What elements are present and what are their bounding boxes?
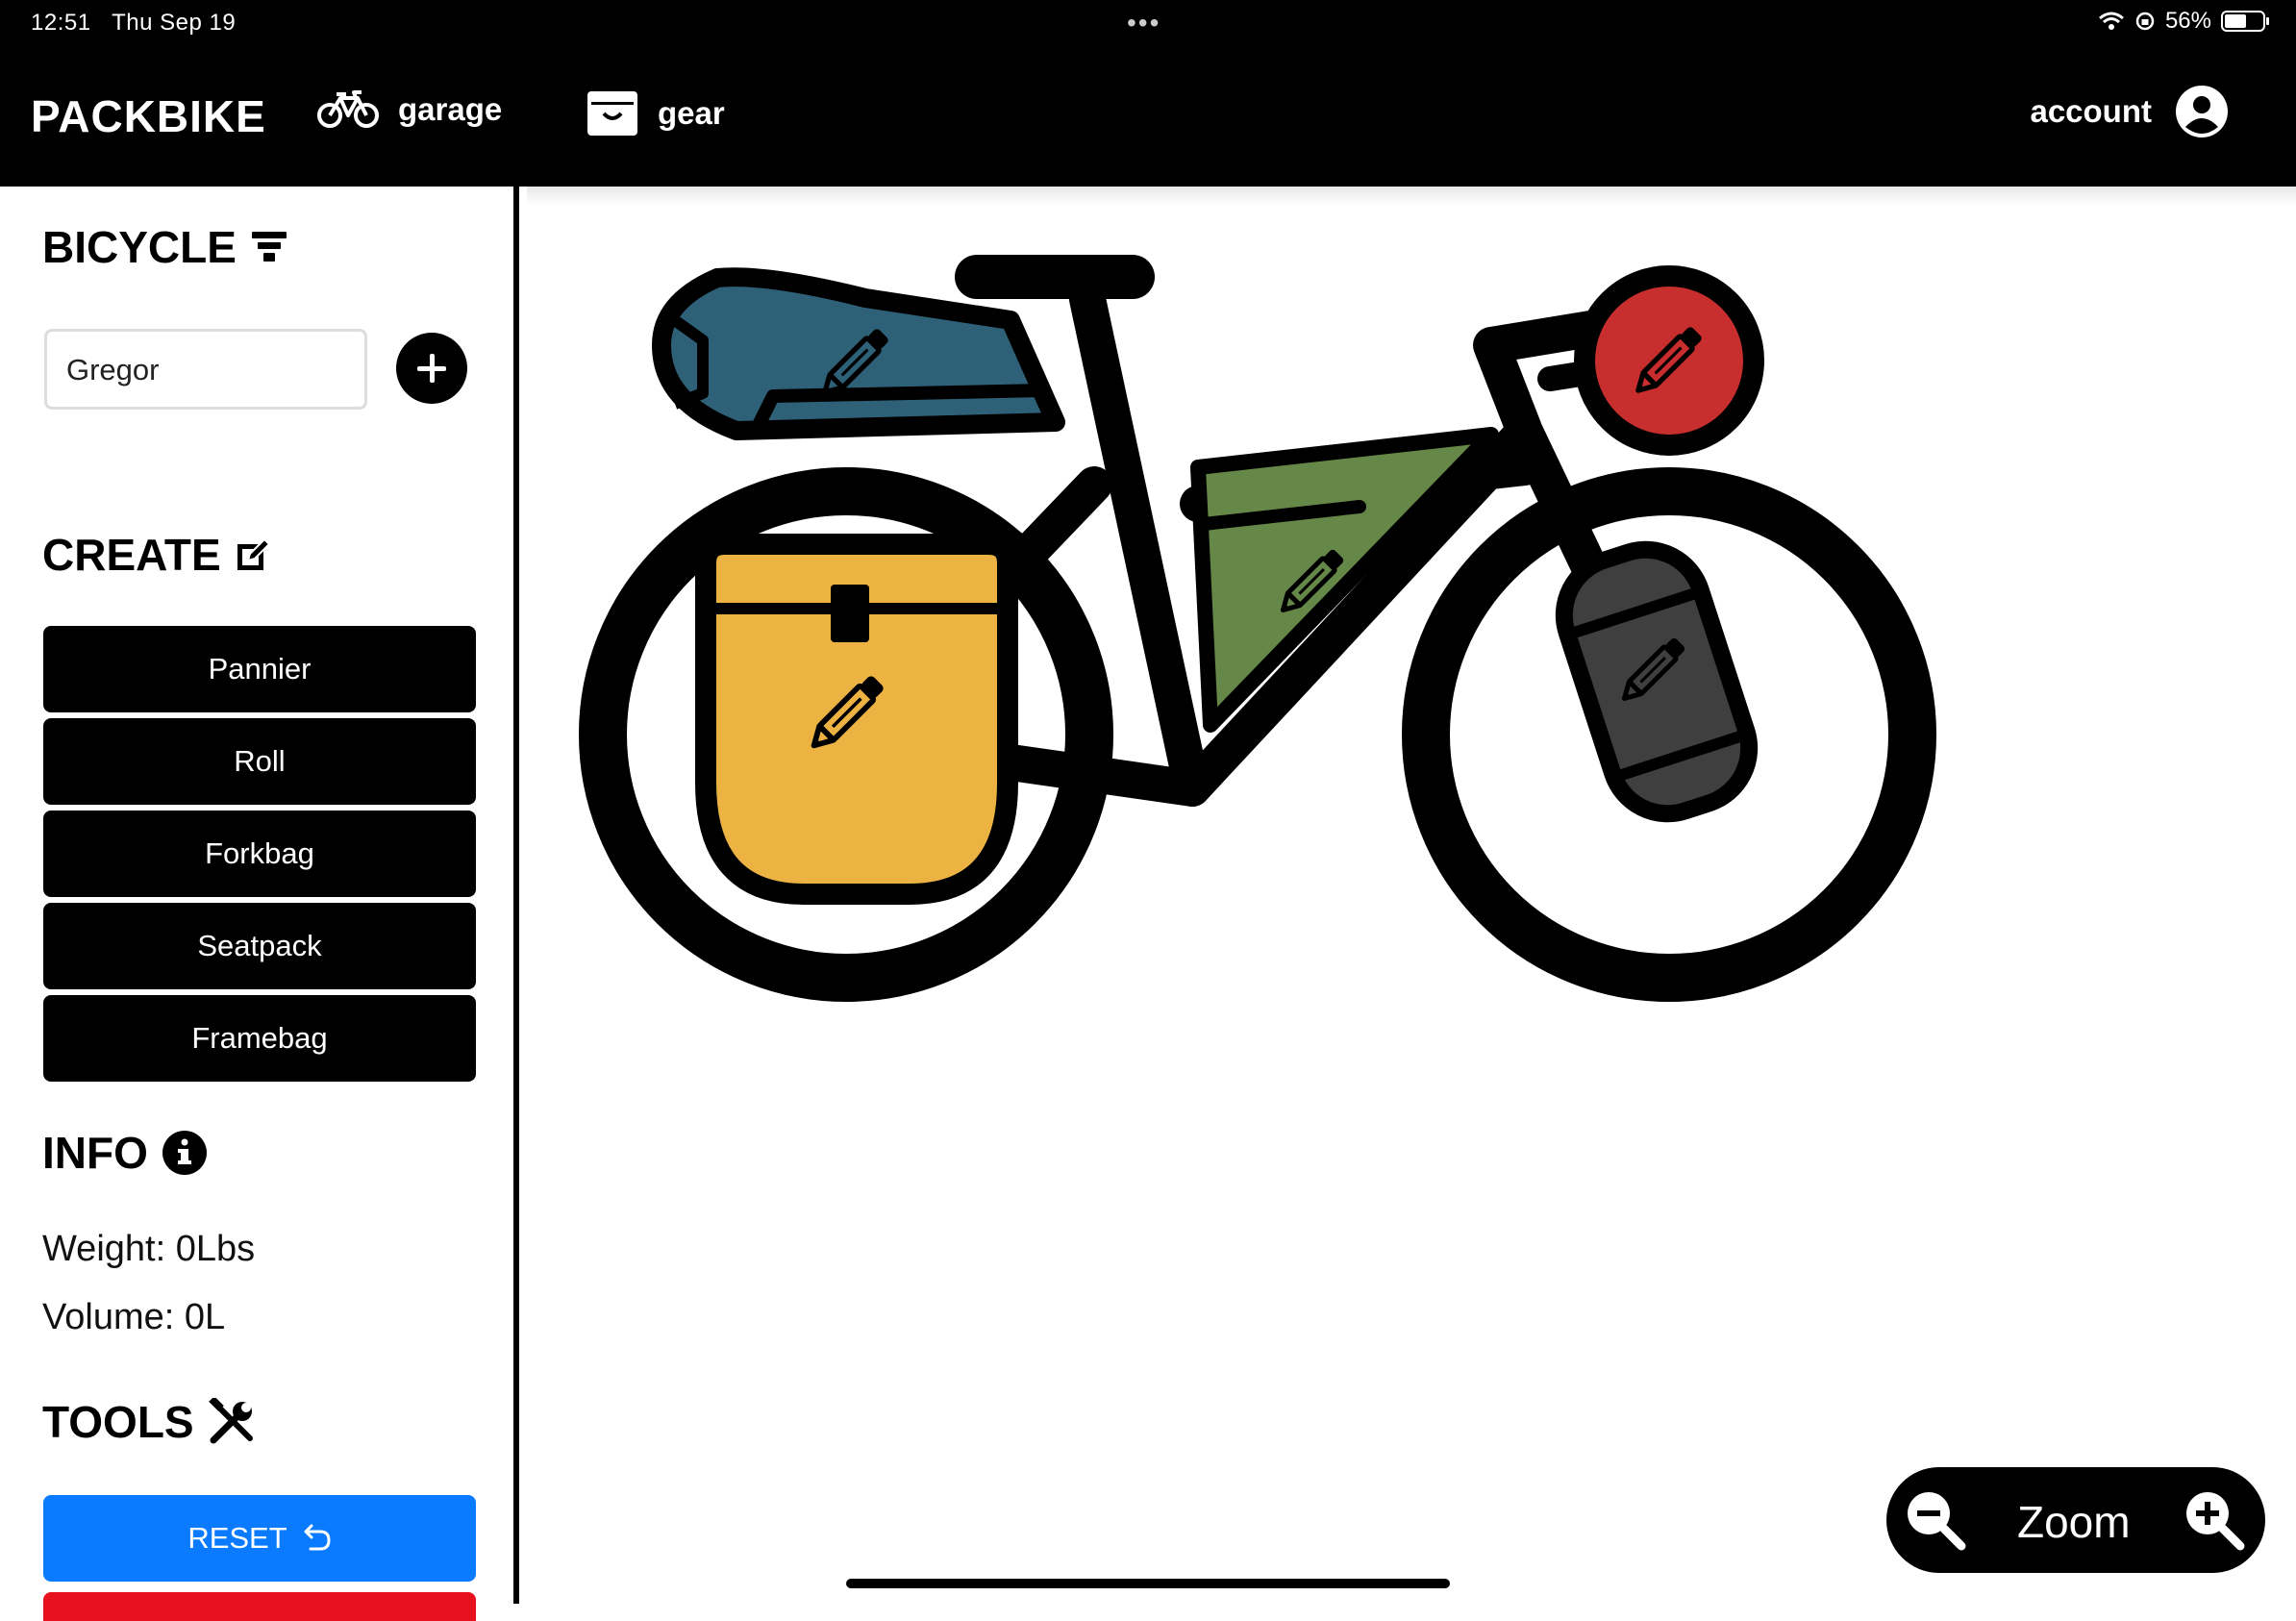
status-bar: 12:51 Thu Sep 19 ••• 56% — [0, 0, 2296, 46]
create-framebag-button[interactable]: Framebag — [43, 995, 476, 1082]
nav-account[interactable]: account — [2030, 85, 2229, 138]
create-forkbag-button[interactable]: Forkbag — [43, 810, 476, 897]
undo-icon — [304, 1524, 331, 1551]
zoom-label: Zoom — [2017, 1497, 2131, 1547]
multitask-dots[interactable]: ••• — [1127, 8, 1160, 38]
nav-garage-label: garage — [398, 91, 503, 127]
bicycle-title: BICYCLE — [42, 222, 237, 272]
reset-label: RESET — [187, 1521, 287, 1555]
status-time: 12:51 Thu Sep 19 — [31, 10, 237, 36]
info-section-title: INFO — [42, 1127, 208, 1179]
info-title: INFO — [42, 1128, 148, 1178]
weight-readout: Weight: 0Lbs — [42, 1229, 256, 1269]
zoom-control: Zoom — [1886, 1467, 2265, 1573]
zoom-in-icon[interactable] — [2183, 1488, 2246, 1552]
create-pannier-button[interactable]: Pannier — [43, 626, 476, 712]
nav-garage[interactable]: garage — [317, 90, 502, 129]
volume-readout: Volume: 0L — [42, 1297, 226, 1337]
tools-title: TOOLS — [42, 1397, 194, 1447]
add-bike-button[interactable] — [396, 333, 467, 404]
bicycle-section-title: BICYCLE — [42, 221, 288, 273]
filter-icon[interactable] — [250, 230, 288, 264]
create-title: CREATE — [42, 530, 221, 580]
zoom-out-icon[interactable] — [1904, 1488, 1967, 1552]
nav-gear[interactable]: gear — [586, 90, 725, 137]
battery-percent: 56% — [2164, 8, 2211, 34]
pannier-bag[interactable] — [695, 534, 1018, 905]
tools-icon — [208, 1398, 253, 1444]
info-icon — [162, 1131, 207, 1175]
account-icon — [2176, 86, 2228, 137]
delete-button[interactable] — [43, 1592, 476, 1621]
basket-icon — [587, 91, 637, 136]
battery-icon — [2221, 11, 2269, 32]
wifi-icon — [2098, 12, 2124, 30]
top-navigation: PACKBIKE garage gear account — [0, 46, 2296, 187]
rotation-lock-icon — [2135, 12, 2155, 31]
bike-illustration — [579, 255, 1936, 1002]
create-section-title: CREATE — [42, 529, 273, 581]
status-icons: 56% — [2098, 8, 2269, 35]
home-indicator[interactable] — [846, 1579, 1450, 1588]
nav-account-label: account — [2030, 93, 2152, 129]
bike-canvas: Zoom — [525, 187, 2296, 1604]
edit-square-icon — [237, 537, 271, 570]
tools-section-title: TOOLS — [42, 1396, 256, 1448]
seatpack-bag[interactable] — [652, 267, 1065, 440]
reset-button[interactable]: RESET — [43, 1495, 476, 1582]
forkbag-bag[interactable] — [1549, 535, 1764, 829]
roll-bag[interactable] — [1574, 265, 1764, 456]
nav-gear-label: gear — [658, 95, 725, 131]
bike-icon — [317, 90, 379, 128]
brand-logo[interactable]: PACKBIKE — [31, 90, 266, 142]
create-roll-button[interactable]: Roll — [43, 718, 476, 805]
sidebar: BICYCLE Gregor CREATE Pannier Roll Forkb… — [0, 187, 519, 1621]
create-seatpack-button[interactable]: Seatpack — [43, 903, 476, 989]
bike-select[interactable]: Gregor — [44, 329, 367, 410]
